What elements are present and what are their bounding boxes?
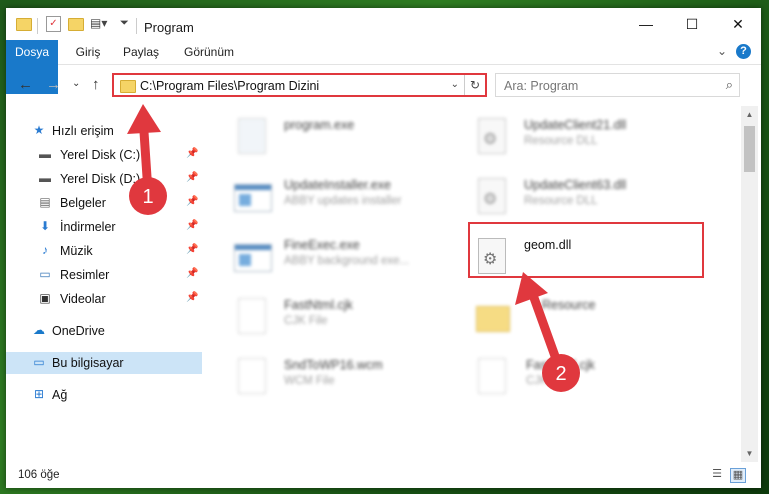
annotation-overlay: 1 2 bbox=[127, 104, 580, 392]
step-2-label: 2 bbox=[555, 363, 566, 385]
arrow-1-head bbox=[127, 104, 161, 134]
step-1-label: 1 bbox=[142, 186, 153, 208]
